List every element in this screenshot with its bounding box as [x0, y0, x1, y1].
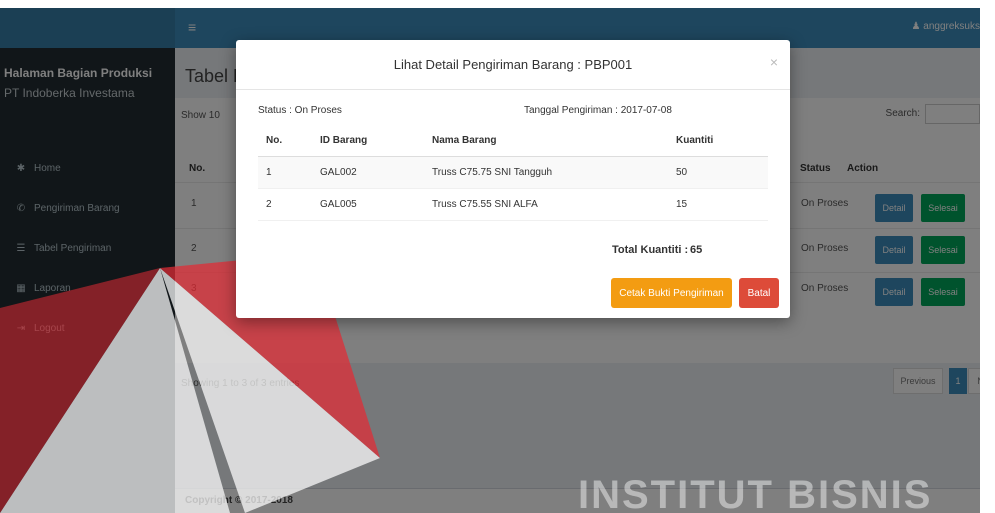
item-name: Truss C75.55 SNI ALFA [432, 199, 538, 210]
item-id: GAL005 [320, 199, 357, 210]
column-header-name: Nama Barang [432, 135, 497, 146]
column-header-id: ID Barang [320, 135, 368, 146]
shipment-date: Tanggal Pengiriman : 2017-07-08 [524, 105, 672, 116]
detail-modal: Lihat Detail Pengiriman Barang : PBP001 … [236, 40, 790, 318]
shipment-status: Status : On Proses [258, 105, 342, 116]
item-qty: 15 [676, 199, 688, 210]
item-id: GAL002 [320, 167, 357, 178]
app-window: ≡ ♟ anggreksuks Halaman Bagian Produksi … [0, 8, 980, 513]
table-row: 1 GAL002 Truss C75.75 SNI Tangguh 50 [258, 157, 768, 189]
print-receipt-button[interactable]: Cetak Bukti Pengiriman [611, 278, 732, 308]
item-no: 1 [266, 167, 272, 178]
item-no: 2 [266, 199, 272, 210]
column-header-no: No. [266, 135, 283, 146]
total-quantity-label: Total Kuantiti : [612, 244, 689, 256]
table-header-row: No. ID Barang Nama Barang Kuantiti [258, 125, 768, 157]
total-quantity-value: 65 [690, 244, 703, 256]
modal-title: Lihat Detail Pengiriman Barang : PBP001 [393, 57, 633, 72]
item-name: Truss C75.75 SNI Tangguh [432, 167, 553, 178]
close-icon[interactable]: × [770, 54, 778, 70]
items-table: No. ID Barang Nama Barang Kuantiti 1 GAL… [258, 125, 768, 221]
cancel-button[interactable]: Batal [739, 278, 779, 308]
item-qty: 50 [676, 167, 688, 178]
table-row: 2 GAL005 Truss C75.55 SNI ALFA 15 [258, 189, 768, 221]
column-header-qty: Kuantiti [676, 135, 714, 146]
modal-header: Lihat Detail Pengiriman Barang : PBP001 … [236, 40, 790, 90]
